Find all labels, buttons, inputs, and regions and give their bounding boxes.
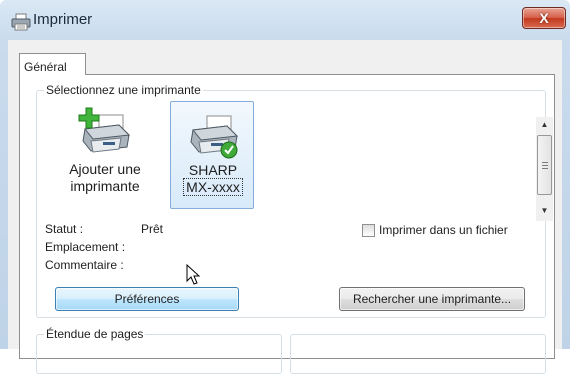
- find-printer-button[interactable]: Rechercher une imprimante...: [339, 287, 525, 311]
- add-printer-icon: [78, 107, 131, 153]
- comment-label: Commentaire :: [45, 258, 124, 272]
- default-printer-icon: [190, 115, 239, 159]
- scroll-thumb[interactable]: [537, 135, 552, 195]
- copies-group: [290, 334, 546, 374]
- printer-label-line1: SHARP: [188, 162, 238, 178]
- printer-label-line1: Ajouter une: [69, 161, 141, 177]
- print-to-file-label: Imprimer dans un fichier: [379, 223, 508, 237]
- location-label: Emplacement :: [45, 240, 126, 254]
- printer-label-line2: MX-xxxx: [183, 178, 243, 196]
- dialog-client-area: Général Sélectionnez une imprimante Ajou…: [8, 40, 562, 374]
- grip-line: [542, 168, 548, 169]
- grip-line: [542, 162, 548, 163]
- scroll-up-icon[interactable]: ▲: [536, 117, 553, 133]
- printer-list[interactable]: Ajouter une imprimante SHARP MX-xxxx ▲ ▼: [45, 101, 553, 221]
- printer-item-add-printer[interactable]: Ajouter une imprimante: [63, 101, 147, 209]
- tab-general[interactable]: Général: [19, 53, 86, 75]
- mouse-cursor-icon: [186, 264, 200, 285]
- status-label: Statut :: [45, 222, 84, 236]
- close-icon: X: [539, 10, 549, 26]
- title-bar[interactable]: Imprimer X: [0, 0, 570, 40]
- page-range-group: Étendue de pages: [36, 327, 282, 374]
- scroll-down-icon[interactable]: ▼: [536, 203, 553, 219]
- preferences-button[interactable]: Préférences: [55, 287, 239, 311]
- printer-item-sharp[interactable]: SHARP MX-xxxx: [170, 101, 254, 209]
- grip-line: [542, 165, 548, 166]
- printer-list-scrollbar[interactable]: ▲ ▼: [536, 117, 553, 221]
- select-printer-group: Sélectionnez une imprimante Ajouter une …: [36, 83, 553, 318]
- printer-icon: [11, 13, 31, 31]
- window-title: Imprimer: [33, 11, 93, 28]
- tab-panel-general: Sélectionnez une imprimante Ajouter une …: [19, 74, 555, 374]
- print-dialog: Imprimer X Général Sélectionnez une impr…: [0, 0, 570, 374]
- close-button[interactable]: X: [522, 7, 566, 29]
- printer-label-line2: imprimante: [70, 178, 140, 194]
- select-printer-group-label: Sélectionnez une imprimante: [44, 83, 203, 97]
- status-value: Prêt: [141, 222, 164, 236]
- page-range-group-label: Étendue de pages: [44, 327, 146, 341]
- print-to-file-checkbox[interactable]: [362, 224, 375, 237]
